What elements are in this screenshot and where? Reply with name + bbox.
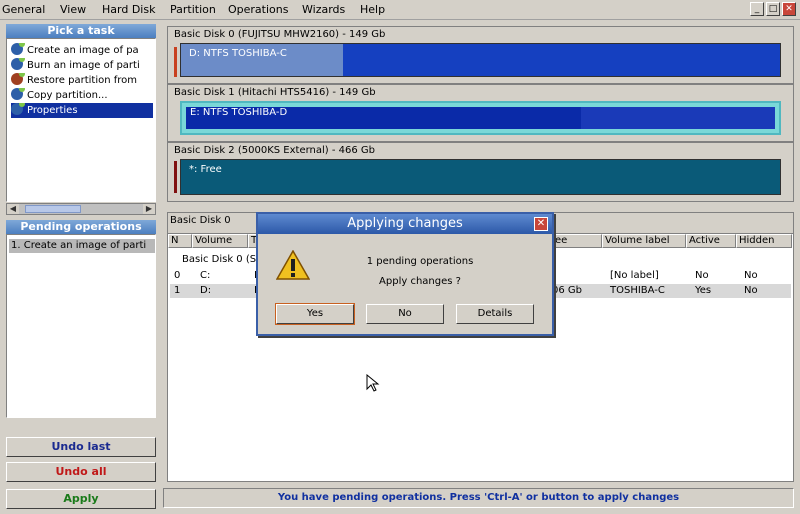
apply-label: Apply <box>63 492 99 505</box>
column-header-n[interactable]: N <box>168 234 192 248</box>
dialog-message-count: 1 pending operations <box>366 256 474 267</box>
task-properties[interactable]: Properties <box>11 103 153 118</box>
menu-general[interactable]: General <box>2 3 45 16</box>
task-list-scrollbar[interactable]: ◀ ▶ <box>6 203 156 215</box>
column-header-hidden[interactable]: Hidden <box>736 234 792 248</box>
task-label: Properties <box>27 105 78 116</box>
cell-n: 1 <box>174 285 181 296</box>
pending-item[interactable]: 1. Create an image of parti <box>9 239 155 253</box>
disk-2[interactable]: Basic Disk 2 (5000KS External) - 466 Gb … <box>167 142 794 202</box>
task-create-image[interactable]: Create an image of pa <box>11 43 155 58</box>
disk-0[interactable]: Basic Disk 0 (FUJITSU MHW2160) - 149 Gb … <box>167 26 794 84</box>
disk-marker <box>174 161 177 193</box>
menu-bar: General View Hard Disk Partition Operati… <box>0 0 800 20</box>
copy-icon <box>11 88 25 100</box>
column-header-volume[interactable]: Volume <box>192 234 248 248</box>
partition-bar[interactable]: D: NTFS TOSHIBA-C <box>180 43 781 77</box>
image-create-icon <box>11 43 25 55</box>
column-header-volume-label[interactable]: Volume label <box>602 234 686 248</box>
status-bar: You have pending operations. Press 'Ctrl… <box>163 488 794 508</box>
menu-hard-disk[interactable]: Hard Disk <box>102 3 155 16</box>
cell-hidden: No <box>744 270 758 281</box>
task-restore-partition[interactable]: Restore partition from <box>11 73 155 88</box>
task-burn-image[interactable]: Burn an image of parti <box>11 58 155 73</box>
task-list: Create an image of pa Burn an image of p… <box>6 38 156 202</box>
menu-partition[interactable]: Partition <box>170 3 216 16</box>
scroll-thumb[interactable] <box>25 205 81 213</box>
maximize-button[interactable]: □ <box>766 2 780 16</box>
cell-label: TOSHIBA-C <box>610 285 665 296</box>
table-group-label: Basic Disk 0 (S <box>182 254 257 265</box>
disk-label: Basic Disk 2 (5000KS External) - 466 Gb <box>174 145 376 156</box>
partition-bar[interactable]: *: Free <box>180 159 781 195</box>
task-label: Restore partition from <box>27 75 138 86</box>
disk-1[interactable]: Basic Disk 1 (Hitachi HTS5416) - 149 Gb … <box>167 84 794 142</box>
disk-marker <box>174 47 177 77</box>
cell-label: [No label] <box>610 270 659 281</box>
cell-n: 0 <box>174 270 181 281</box>
cell-active: Yes <box>695 285 712 296</box>
menu-help[interactable]: Help <box>360 3 385 16</box>
yes-button[interactable]: Yes <box>275 303 355 325</box>
scroll-right-icon[interactable]: ▶ <box>143 204 155 214</box>
pending-list: 1. Create an image of parti <box>6 234 156 418</box>
disk-label: Basic Disk 1 (Hitachi HTS5416) - 149 Gb <box>174 87 376 98</box>
restore-icon <box>11 73 25 85</box>
task-panel: Pick a task Create an image of pa Burn a… <box>6 24 156 202</box>
dialog-close-icon[interactable]: ✕ <box>534 217 548 231</box>
partition-name: E: NTFS TOSHIBA-D <box>190 107 288 118</box>
apply-button[interactable]: Apply <box>6 489 156 509</box>
pending-panel-title: Pending operations <box>6 220 156 234</box>
partition-name: *: Free <box>189 164 222 175</box>
list-view-header: Basic Disk 0 <box>170 215 231 226</box>
cell-hidden: No <box>744 285 758 296</box>
undo-last-label: Undo last <box>51 440 111 453</box>
cell-volume: C: <box>200 270 211 281</box>
undo-last-button[interactable]: Undo last <box>6 437 156 457</box>
properties-icon <box>11 103 25 115</box>
cell-volume: D: <box>200 285 212 296</box>
dialog-message-question: Apply changes ? <box>379 276 461 287</box>
no-button[interactable]: No <box>366 304 444 324</box>
scroll-left-icon[interactable]: ◀ <box>7 204 19 214</box>
pending-panel: Pending operations 1. Create an image of… <box>6 220 156 418</box>
cell-free: 06 Gb <box>552 285 582 296</box>
mouse-cursor-icon <box>366 374 380 392</box>
task-copy-partition[interactable]: Copy partition... <box>11 88 155 103</box>
menu-wizards[interactable]: Wizards <box>302 3 345 16</box>
column-header-active[interactable]: Active <box>686 234 736 248</box>
task-label: Burn an image of parti <box>27 60 140 71</box>
apply-changes-dialog: Applying changes ✕ 1 pending operations … <box>256 212 554 336</box>
partition-name: D: NTFS TOSHIBA-C <box>189 48 287 59</box>
image-burn-icon <box>11 58 25 70</box>
partition-bar[interactable]: E: NTFS TOSHIBA-D <box>180 101 781 135</box>
task-panel-title: Pick a task <box>6 24 156 38</box>
task-label: Copy partition... <box>27 90 108 101</box>
close-window-button[interactable]: ✕ <box>782 2 796 16</box>
cell-active: No <box>695 270 709 281</box>
disk-label: Basic Disk 0 (FUJITSU MHW2160) - 149 Gb <box>174 29 386 40</box>
task-label: Create an image of pa <box>27 45 139 56</box>
undo-all-label: Undo all <box>55 465 107 478</box>
menu-view[interactable]: View <box>60 3 86 16</box>
details-button[interactable]: Details <box>456 304 534 324</box>
undo-all-button[interactable]: Undo all <box>6 462 156 482</box>
column-header-free[interactable]: ee <box>552 234 602 248</box>
dialog-title: Applying changes <box>258 214 552 234</box>
minimize-button[interactable]: _ <box>750 2 764 16</box>
menu-operations[interactable]: Operations <box>228 3 288 16</box>
